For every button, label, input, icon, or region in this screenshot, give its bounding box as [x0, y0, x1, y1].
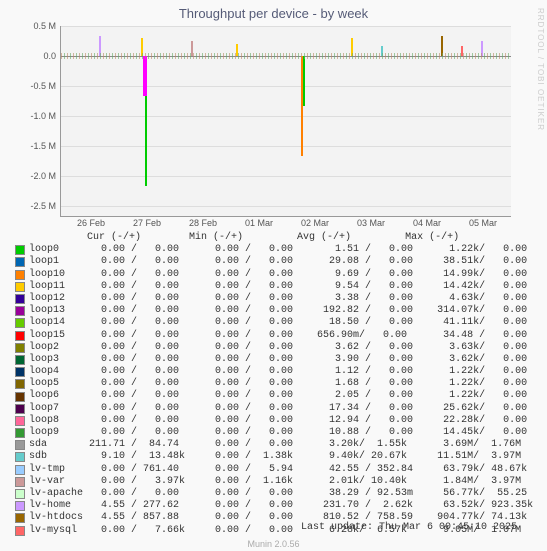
spike [143, 56, 147, 96]
y-tick-label: -0.5 M [16, 81, 56, 91]
legend-text: loop5 0.00 / 0.00 0.00 / 0.00 1.68 / 0.0… [29, 378, 527, 390]
legend-row: loop6 0.00 / 0.00 0.00 / 0.00 2.05 / 0.0… [15, 390, 535, 402]
legend-header: Cur (-/+) Min (-/+) Avg (-/+) Max (-/+) [15, 232, 535, 244]
legend-text: lv-tmp 0.00 / 761.40 0.00 / 5.94 42.55 /… [29, 464, 527, 476]
plot-canvas [61, 26, 511, 216]
color-swatch [15, 428, 25, 438]
legend-row: loop9 0.00 / 0.00 0.00 / 0.00 10.88 / 0.… [15, 427, 535, 439]
legend-row: loop10 0.00 / 0.00 0.00 / 0.00 9.69 / 0.… [15, 269, 535, 281]
legend-text: loop15 0.00 / 0.00 0.00 / 0.00 656.90m/ … [29, 330, 527, 342]
legend-text: loop3 0.00 / 0.00 0.00 / 0.00 3.90 / 0.0… [29, 354, 527, 366]
color-swatch [15, 257, 25, 267]
legend-row: sdb 9.10 / 13.48k 0.00 / 1.38k 9.40k/ 20… [15, 451, 535, 463]
legend-row: loop15 0.00 / 0.00 0.00 / 0.00 656.90m/ … [15, 330, 535, 342]
color-swatch [15, 282, 25, 292]
x-tick-label: 01 Mar [234, 218, 284, 228]
legend-text: lv-apache 0.00 / 0.00 0.00 / 0.00 38.29 … [29, 488, 527, 500]
legend-text: loop9 0.00 / 0.00 0.00 / 0.00 10.88 / 0.… [29, 427, 527, 439]
chart-title: Throughput per device - by week [0, 0, 547, 21]
legend-text: loop6 0.00 / 0.00 0.00 / 0.00 2.05 / 0.0… [29, 390, 527, 402]
color-swatch [15, 416, 25, 426]
x-tick-label: 04 Mar [402, 218, 452, 228]
legend-text: loop0 0.00 / 0.00 0.00 / 0.00 1.51 / 0.0… [29, 244, 527, 256]
color-swatch [15, 501, 25, 511]
legend-row: loop1 0.00 / 0.00 0.00 / 0.00 29.08 / 0.… [15, 256, 535, 268]
legend-text: sda 211.71 / 84.74 0.00 / 0.00 3.20k/ 1.… [29, 439, 521, 451]
color-swatch [15, 404, 25, 414]
color-swatch [15, 355, 25, 365]
legend-row: loop7 0.00 / 0.00 0.00 / 0.00 17.34 / 0.… [15, 403, 535, 415]
y-tick-label: -1.0 M [16, 111, 56, 121]
legend-text: loop7 0.00 / 0.00 0.00 / 0.00 17.34 / 0.… [29, 403, 527, 415]
x-tick-label: 27 Feb [122, 218, 172, 228]
footer-version: Munin 2.0.56 [0, 539, 547, 549]
legend-row: loop13 0.00 / 0.00 0.00 / 0.00 192.82 / … [15, 305, 535, 317]
legend-text: lv-home 4.55 / 277.62 0.00 / 0.00 231.70… [29, 500, 533, 512]
legend-text: loop11 0.00 / 0.00 0.00 / 0.00 9.54 / 0.… [29, 281, 527, 293]
y-tick-label: 0.5 M [16, 21, 56, 31]
legend-text: loop8 0.00 / 0.00 0.00 / 0.00 12.94 / 0.… [29, 415, 527, 427]
x-tick-label: 26 Feb [66, 218, 116, 228]
last-update: Last update: Thu Mar 6 00:45:10 2025 [301, 522, 517, 533]
legend-table: Cur (-/+) Min (-/+) Avg (-/+) Max (-/+) … [15, 232, 535, 537]
color-swatch [15, 331, 25, 341]
legend-text: loop2 0.00 / 0.00 0.00 / 0.00 3.62 / 0.0… [29, 342, 527, 354]
legend-row: lv-apache 0.00 / 0.00 0.00 / 0.00 38.29 … [15, 488, 535, 500]
x-tick-label: 28 Feb [178, 218, 228, 228]
y-tick-label: -2.5 M [16, 201, 56, 211]
color-swatch [15, 465, 25, 475]
legend-row: loop4 0.00 / 0.00 0.00 / 0.00 1.12 / 0.0… [15, 366, 535, 378]
x-tick-label: 05 Mar [458, 218, 508, 228]
x-tick-label: 02 Mar [290, 218, 340, 228]
legend-row: lv-var 0.00 / 3.97k 0.00 / 1.16k 2.01k/ … [15, 476, 535, 488]
legend-text: loop1 0.00 / 0.00 0.00 / 0.00 29.08 / 0.… [29, 256, 527, 268]
legend-row: loop3 0.00 / 0.00 0.00 / 0.00 3.90 / 0.0… [15, 354, 535, 366]
plot-area: Bytes/second read (-) / write (+) 0.5 M0… [60, 26, 511, 217]
color-swatch [15, 489, 25, 499]
legend-row: loop5 0.00 / 0.00 0.00 / 0.00 1.68 / 0.0… [15, 378, 535, 390]
legend-row: loop2 0.00 / 0.00 0.00 / 0.00 3.62 / 0.0… [15, 342, 535, 354]
watermark: RRDTOOL / TOBI OETIKER [536, 8, 545, 131]
color-swatch [15, 452, 25, 462]
color-swatch [15, 294, 25, 304]
y-tick-label: -2.0 M [16, 171, 56, 181]
legend-row: lv-tmp 0.00 / 761.40 0.00 / 5.94 42.55 /… [15, 464, 535, 476]
y-tick-label: -1.5 M [16, 141, 56, 151]
legend-row: loop11 0.00 / 0.00 0.00 / 0.00 9.54 / 0.… [15, 281, 535, 293]
color-swatch [15, 477, 25, 487]
x-tick-label: 03 Mar [346, 218, 396, 228]
legend-text: loop14 0.00 / 0.00 0.00 / 0.00 18.50 / 0… [29, 317, 527, 329]
y-tick-label: 0.0 [16, 51, 56, 61]
legend-row: loop8 0.00 / 0.00 0.00 / 0.00 12.94 / 0.… [15, 415, 535, 427]
legend-text: sdb 9.10 / 13.48k 0.00 / 1.38k 9.40k/ 20… [29, 451, 521, 463]
legend-text: loop13 0.00 / 0.00 0.00 / 0.00 192.82 / … [29, 305, 527, 317]
color-swatch [15, 343, 25, 353]
color-swatch [15, 306, 25, 316]
legend-row: loop12 0.00 / 0.00 0.00 / 0.00 3.38 / 0.… [15, 293, 535, 305]
legend-text: lv-var 0.00 / 3.97k 0.00 / 1.16k 2.01k/ … [29, 476, 521, 488]
legend-row: lv-home 4.55 / 277.62 0.00 / 0.00 231.70… [15, 500, 535, 512]
color-swatch [15, 440, 25, 450]
spike [303, 56, 305, 106]
legend-text: loop4 0.00 / 0.00 0.00 / 0.00 1.12 / 0.0… [29, 366, 527, 378]
color-swatch [15, 367, 25, 377]
legend-row: loop0 0.00 / 0.00 0.00 / 0.00 1.51 / 0.0… [15, 244, 535, 256]
legend-row: loop14 0.00 / 0.00 0.00 / 0.00 18.50 / 0… [15, 317, 535, 329]
color-swatch [15, 270, 25, 280]
legend-text: loop12 0.00 / 0.00 0.00 / 0.00 3.38 / 0.… [29, 293, 527, 305]
legend-text: loop10 0.00 / 0.00 0.00 / 0.00 9.69 / 0.… [29, 269, 527, 281]
color-swatch [15, 526, 25, 536]
legend-row: sda 211.71 / 84.74 0.00 / 0.00 3.20k/ 1.… [15, 439, 535, 451]
color-swatch [15, 379, 25, 389]
color-swatch [15, 318, 25, 328]
color-swatch [15, 392, 25, 402]
color-swatch [15, 513, 25, 523]
baseline-fuzz [61, 53, 511, 59]
color-swatch [15, 245, 25, 255]
